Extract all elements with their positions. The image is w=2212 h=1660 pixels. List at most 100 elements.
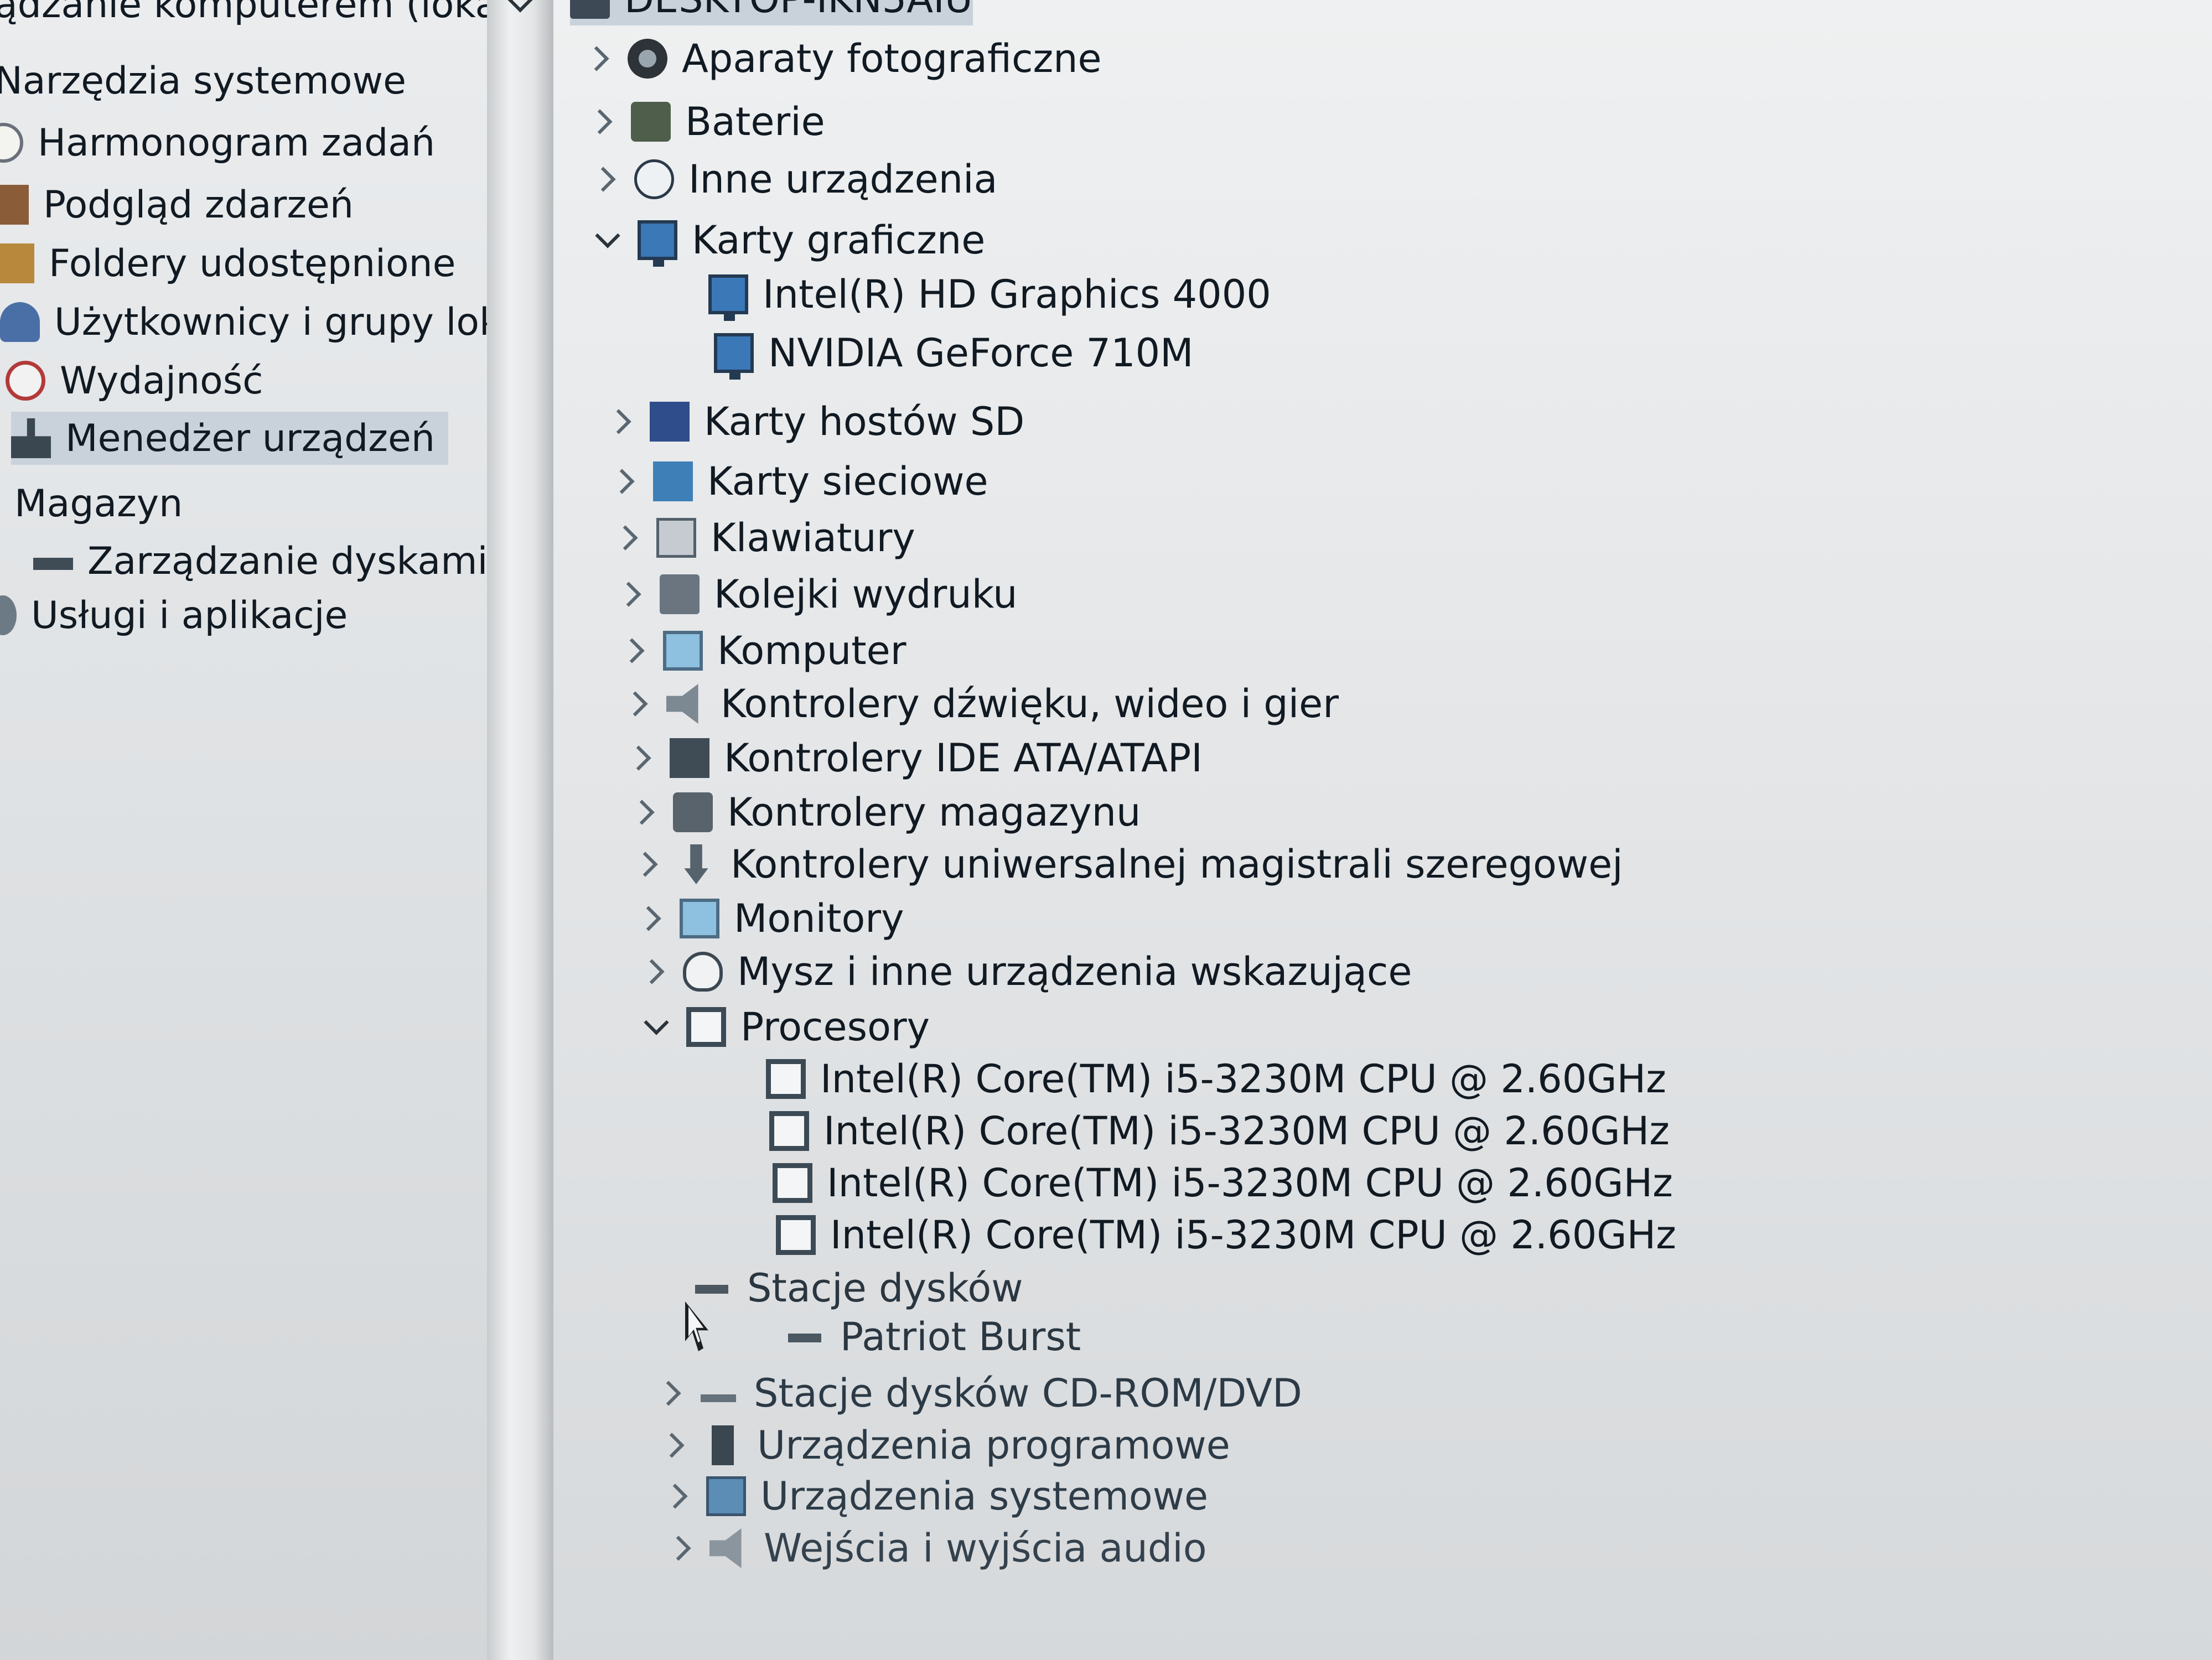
ide-controller-icon [670,738,709,778]
expand-chevron-icon[interactable] [626,797,657,828]
tree-item-performance[interactable]: Wydajność [6,354,263,407]
expand-chevron-icon[interactable] [630,849,661,880]
device-manager-label: Menedżer urządzeń [65,416,435,460]
category-disk-drives[interactable]: Stacje dysków [646,1262,1023,1315]
device-label: Intel(R) HD Graphics 4000 [763,272,1271,317]
device-item[interactable]: Patriot Burst [786,1310,1081,1363]
expand-chevron-icon[interactable] [660,1481,691,1512]
expand-chevron-icon[interactable] [607,466,638,497]
display-adapter-icon [714,333,754,380]
category-network-adapters[interactable]: Karty sieciowe [607,455,988,508]
storage-controller-icon [673,792,713,832]
device-label: Patriot Burst [840,1314,1081,1360]
expand-chevron-icon[interactable] [584,106,615,137]
disk-management-label: Zarządzanie dyskami [87,539,487,583]
tree-item-disk-management[interactable]: Zarządzanie dyskami [33,535,487,588]
console-root-item[interactable]: ądzanie komputerem (loka [0,0,487,31]
category-label: Procesory [740,1004,930,1050]
tree-item-local-users[interactable]: Użytkownicy i grupy lok [0,295,487,349]
expand-chevron-icon[interactable] [581,43,612,74]
category-label: Kontrolery magazynu [727,790,1141,835]
computer-root-icon [570,0,610,19]
device-item[interactable]: Intel(R) Core(TM) i5-3230M CPU @ 2.60GHz [776,1208,1676,1262]
expand-chevron-icon[interactable] [610,522,641,553]
battery-icon [631,102,671,142]
unknown-device-icon [634,159,674,199]
performance-icon [6,361,45,401]
users-icon [0,302,40,342]
collapse-chevron-icon[interactable] [640,1011,671,1042]
category-storage-controllers[interactable]: Kontrolery magazynu [626,786,1141,839]
category-system-devices[interactable]: Urządzenia systemowe [660,1470,1208,1523]
tree-item-task-scheduler[interactable]: Harmonogram zadań [0,116,435,169]
expand-chevron-icon[interactable] [620,688,651,719]
category-usb-controllers[interactable]: Kontrolery uniwersalnej magistrali szere… [630,838,1623,891]
tree-item-device-manager[interactable]: Menedżer urządzeń [11,412,448,465]
services-icon [0,595,17,635]
category-cameras[interactable]: Aparaty fotograficzne [581,32,1102,85]
category-batteries[interactable]: Baterie [584,95,825,148]
console-tree-pane: ądzanie komputerem (loka Narzędzia syste… [0,0,487,1660]
category-other-devices[interactable]: Inne urządzenia [588,153,997,206]
category-monitors[interactable]: Monitory [633,892,904,945]
device-label: Intel(R) Core(TM) i5-3230M CPU @ 2.60GHz [827,1160,1673,1206]
tree-item-shared-folders[interactable]: Foldery udostępnione [0,237,455,290]
pane-splitter[interactable] [487,0,553,1660]
expand-chevron-icon[interactable] [633,903,664,934]
mouse-icon [683,952,723,992]
device-item[interactable]: Intel(R) HD Graphics 4000 [708,268,1271,321]
device-item[interactable]: Intel(R) Core(TM) i5-3230M CPU @ 2.60GHz [773,1156,1673,1210]
category-ide-ata[interactable]: Kontrolery IDE ATA/ATAPI [623,732,1203,785]
expand-chevron-icon[interactable] [613,579,644,610]
processor-icon [686,1007,726,1047]
category-keyboards[interactable]: Klawiatury [610,511,915,564]
sd-host-icon [650,402,690,442]
category-mice[interactable]: Mysz i inne urządzenia wskazujące [636,945,1412,998]
system-tools-label: Narzędzia systemowe [0,59,406,103]
monitor-icon [680,899,719,938]
expand-chevron-icon[interactable] [656,1430,687,1461]
device-label: Intel(R) Core(TM) i5-3230M CPU @ 2.60GHz [830,1212,1676,1258]
category-processors[interactable]: Procesory [640,1000,930,1054]
category-sd-host-adapters[interactable]: Karty hostów SD [603,395,1024,448]
expand-chevron-icon[interactable] [623,743,654,774]
expand-chevron-icon[interactable] [617,635,647,666]
category-print-queues[interactable]: Kolejki wydruku [613,568,1017,621]
expand-chevron-icon[interactable] [653,1378,684,1409]
usb-icon [684,844,708,884]
expand-chevron-icon[interactable] [636,956,667,987]
collapse-chevron-icon[interactable] [504,0,535,20]
category-label: Stacje dysków [747,1265,1023,1311]
device-item[interactable]: NVIDIA GeForce 710M [714,326,1194,380]
tree-item-storage[interactable]: Magazyn [0,477,183,530]
category-software-devices[interactable]: Urządzenia programowe [656,1419,1230,1472]
device-item[interactable]: Intel(R) Core(TM) i5-3230M CPU @ 2.60GHz [769,1104,1670,1158]
device-tree-pane: DESKTOP-IKN5AIU Aparaty fotograficzne Ba… [553,0,2212,1660]
category-label: Urządzenia systemowe [760,1474,1209,1519]
category-computer[interactable]: Komputer [617,624,906,677]
category-label: Kolejki wydruku [714,572,1018,617]
expand-chevron-icon[interactable] [663,1533,694,1564]
category-label: Karty hostów SD [704,399,1025,444]
category-label: Kontrolery IDE ATA/ATAPI [724,735,1203,781]
category-label: Urządzenia programowe [757,1423,1230,1468]
task-scheduler-label: Harmonogram zadań [38,121,436,165]
category-label: Wejścia i wyjścia audio [764,1526,1207,1571]
tree-item-event-viewer[interactable]: Podgląd zdarzeń [0,178,354,231]
network-adapter-icon [653,461,693,501]
tree-root-computer[interactable]: DESKTOP-IKN5AIU [570,0,973,25]
disk-drive-icon [786,1317,826,1357]
expand-chevron-icon[interactable] [588,164,619,195]
category-display-adapters[interactable]: Karty graficzne [591,214,985,267]
category-sound-video-game[interactable]: Kontrolery dźwięku, wideo i gier [620,677,1339,730]
category-cdrom-dvd[interactable]: Stacje dysków CD-ROM/DVD [653,1367,1302,1420]
performance-label: Wydajność [60,359,263,403]
services-applications-label: Usługi i aplikacje [31,593,348,637]
category-audio-io[interactable]: Wejścia i wyjścia audio [663,1522,1207,1575]
expand-chevron-icon[interactable] [603,406,634,437]
tree-item-services-applications[interactable]: Usługi i aplikacje [0,589,348,642]
device-item[interactable]: Intel(R) Core(TM) i5-3230M CPU @ 2.60GHz [766,1052,1666,1106]
collapse-chevron-icon[interactable] [591,225,622,256]
tree-item-system-tools[interactable]: Narzędzia systemowe [0,54,406,107]
category-label: Baterie [685,99,825,144]
